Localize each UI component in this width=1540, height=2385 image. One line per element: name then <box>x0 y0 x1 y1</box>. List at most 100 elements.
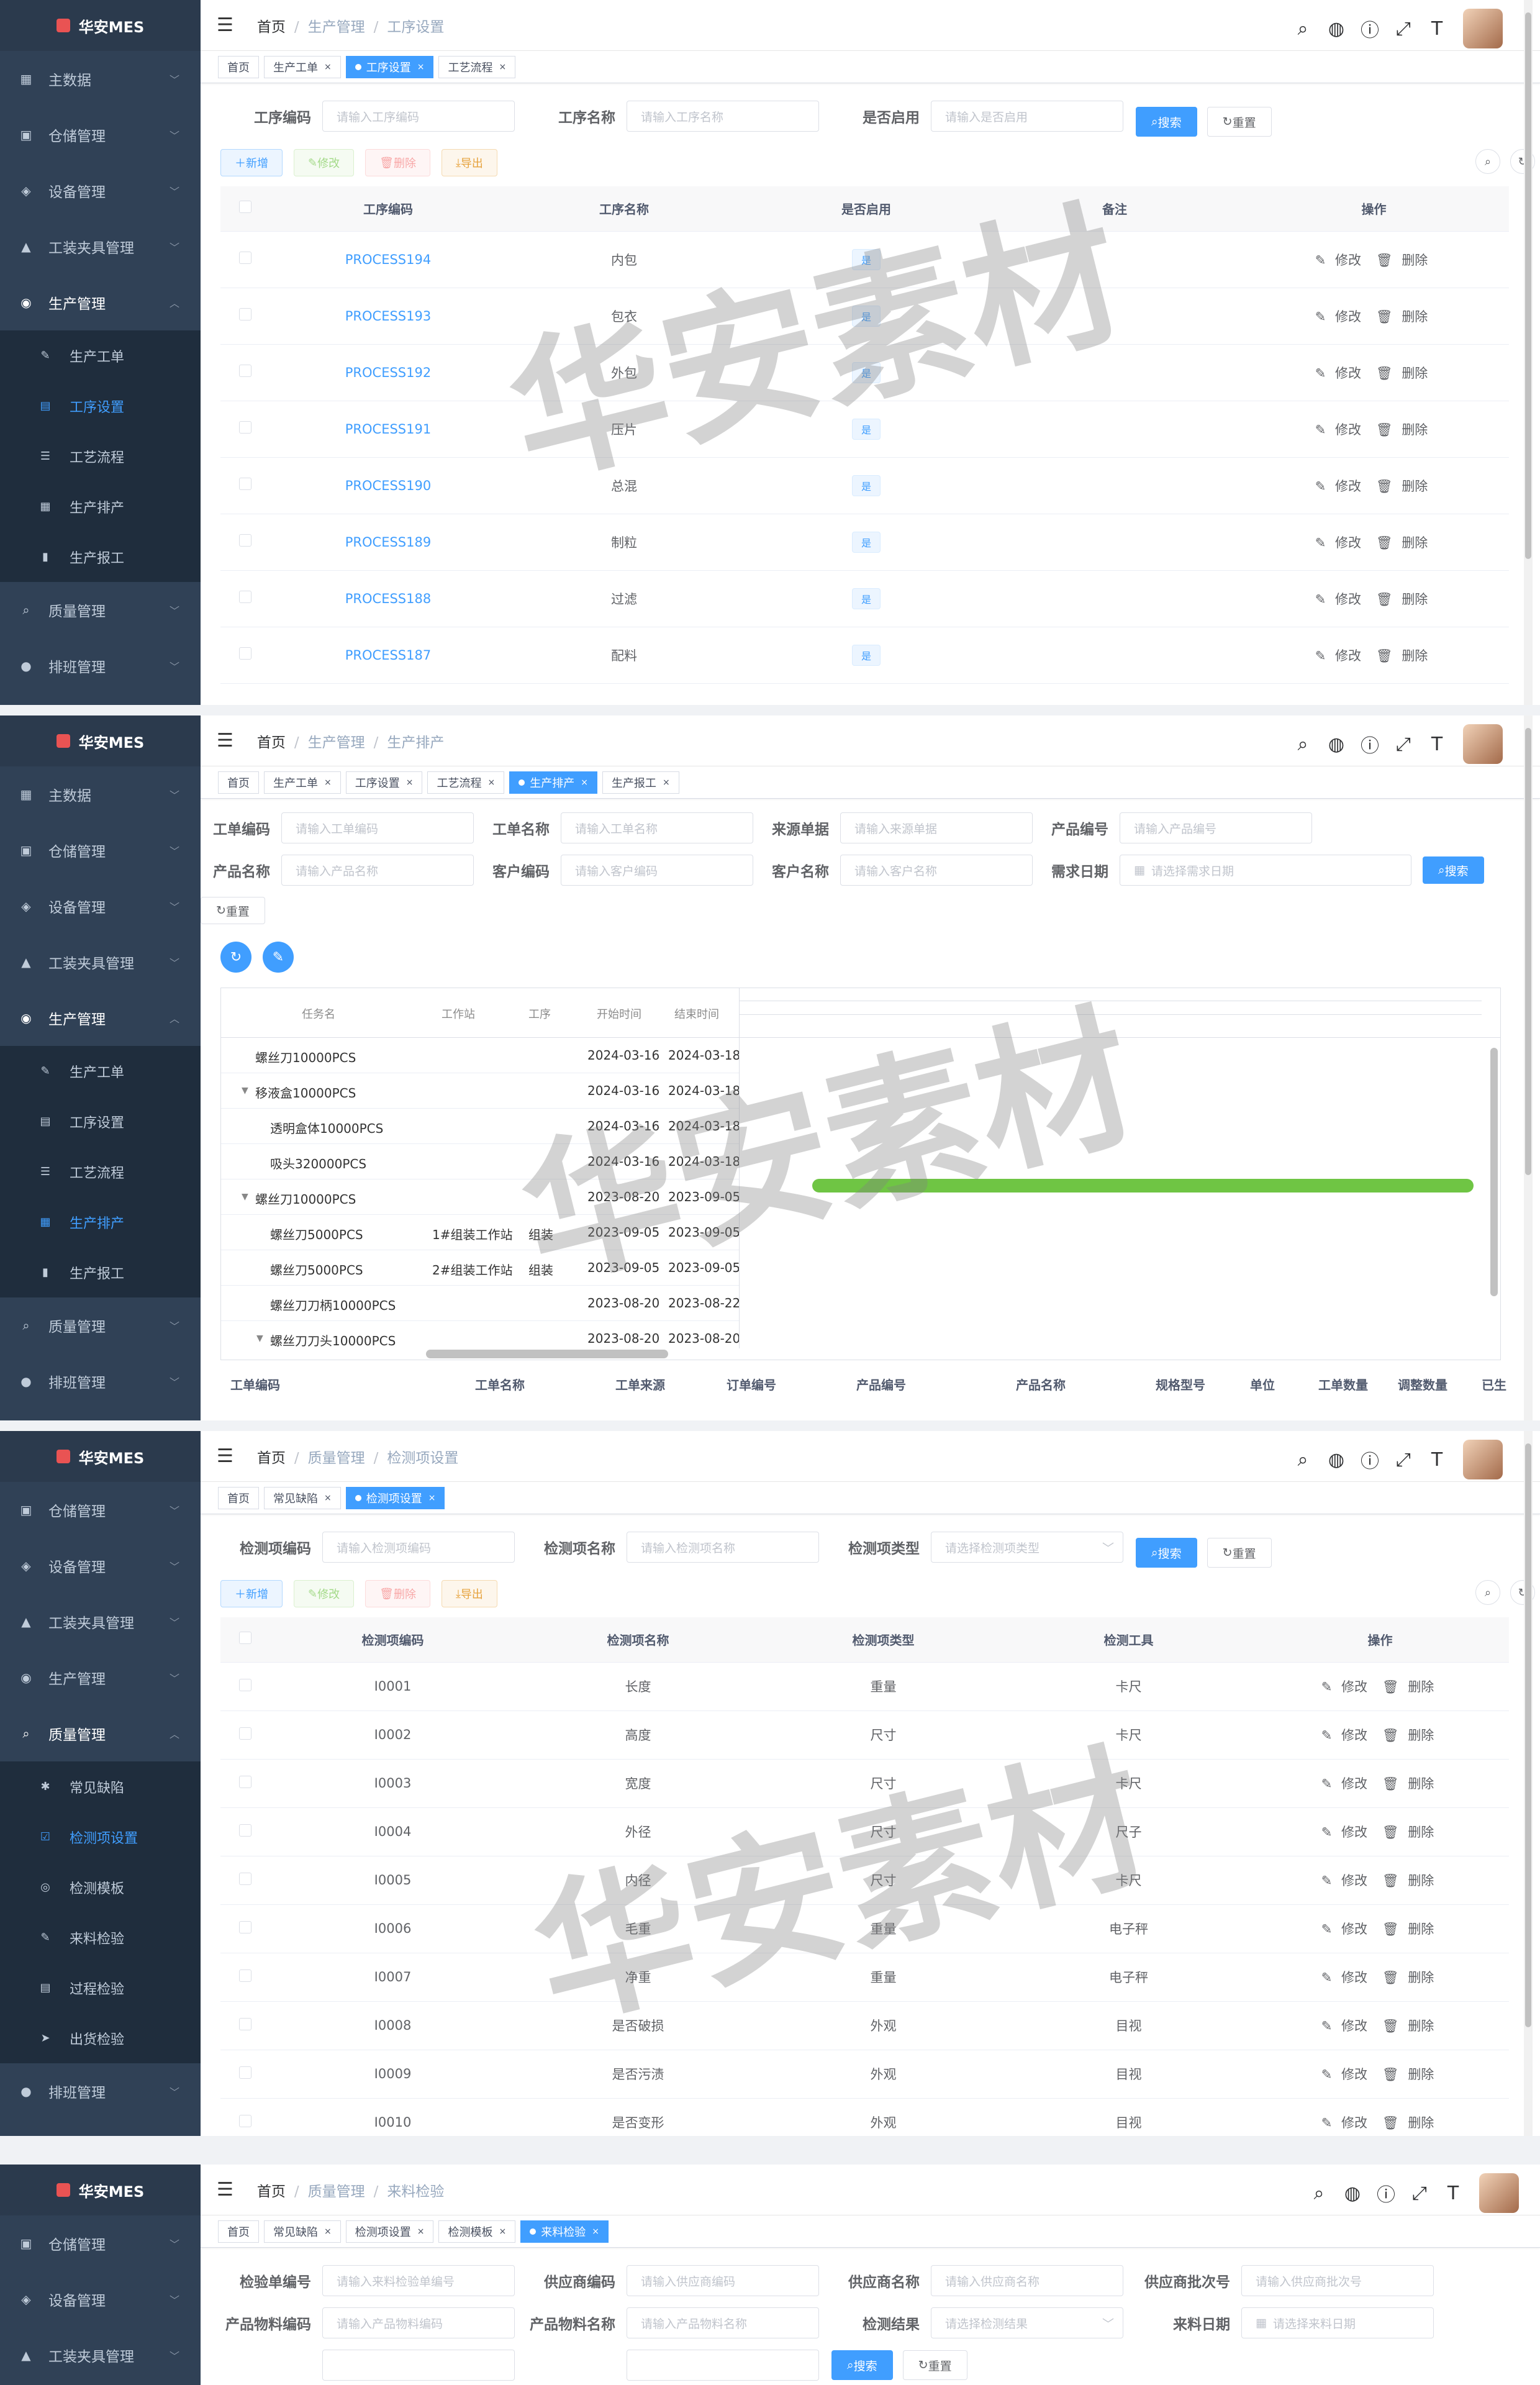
more-input[interactable] <box>322 2350 515 2381</box>
tag-templates[interactable]: 检测模板 × <box>438 2220 516 2243</box>
work-order-code-input[interactable]: 请输入工单编码 <box>281 812 474 843</box>
row-edit-button[interactable]: ✎ 修改 <box>1321 1922 1372 1937</box>
menu-fixture[interactable]: ▲ 工装夹具管理 ﹀ <box>0 1594 201 1650</box>
tag-defects[interactable]: 常见缺陷 × <box>264 2220 341 2243</box>
row-checkbox[interactable] <box>239 1727 251 1740</box>
menu-production[interactable]: ◉ 生产管理 ︿ <box>0 275 201 330</box>
row-delete-button[interactable]: 🗑 删除 <box>1382 1873 1439 1888</box>
submenu-incoming[interactable]: ✎ 来料检验 <box>0 1912 201 1963</box>
brand-logo[interactable]: 华安MES <box>0 0 201 51</box>
tag-work-order[interactable]: 生产工单 × <box>264 771 341 794</box>
menu-fixture[interactable]: ▲ 工装夹具管理 ﹀ <box>0 2327 201 2383</box>
github-icon[interactable]: ◍ <box>1326 734 1346 755</box>
gantt-hscroll[interactable] <box>426 1350 668 1358</box>
row-delete-button[interactable]: 🗑 删除 <box>1376 479 1433 494</box>
add-button[interactable]: ＋ 新增 <box>220 1580 283 1607</box>
submenu-schedule[interactable]: ▦ 生产排产 <box>0 1197 201 1247</box>
scrollbar[interactable] <box>1524 1431 1533 2136</box>
row-checkbox[interactable] <box>239 1872 251 1885</box>
material-code-input[interactable]: 请输入产品物料编码 <box>322 2307 515 2338</box>
row-delete-button[interactable]: 🗑 删除 <box>1382 1825 1439 1840</box>
search-toggle-icon[interactable]: ⌕ <box>1475 1580 1500 1605</box>
row-checkbox[interactable] <box>239 252 251 264</box>
gantt-vscroll[interactable] <box>1490 1048 1498 1296</box>
delete-button[interactable]: 🗑 删除 <box>365 1580 430 1607</box>
material-name-input[interactable]: 请输入产品物料名称 <box>627 2307 819 2338</box>
close-icon[interactable]: × <box>487 778 495 788</box>
row-edit-button[interactable]: ✎ 修改 <box>1315 535 1366 550</box>
menu-fixture[interactable]: ▲ 工装夹具管理 ﹀ <box>0 219 201 275</box>
submenu-process-inspection[interactable]: ▤ 过程检验 <box>0 1963 201 2013</box>
gantt-task-row[interactable]: 螺丝刀5000PCS 1#组装工作站 组装 2023-09-05 2023-09-05 <box>221 1215 739 1250</box>
tag-inspection-items[interactable]: 检测项设置 × <box>345 1486 445 1509</box>
row-delete-button[interactable]: 🗑 删除 <box>1376 535 1433 550</box>
menu-warehouse[interactable]: ▣ 仓储管理 ﹀ <box>0 822 201 878</box>
export-button[interactable]: ⤓ 导出 <box>441 149 497 176</box>
work-order-name-input[interactable]: 请输入工单名称 <box>561 812 753 843</box>
row-delete-button[interactable]: 🗑 删除 <box>1382 1679 1439 1694</box>
inspection-no-input[interactable]: 请输入来料检验单编号 <box>322 2265 515 2296</box>
close-icon[interactable]: × <box>417 2227 425 2237</box>
reset-button[interactable]: ↻ 重置 <box>1207 107 1272 137</box>
edit-icon[interactable]: ✎ <box>263 942 294 973</box>
select-all-checkbox[interactable] <box>239 201 251 214</box>
row-checkbox[interactable] <box>239 1920 251 1933</box>
row-delete-button[interactable]: 🗑 删除 <box>1382 2019 1439 2033</box>
row-checkbox[interactable] <box>239 478 251 490</box>
product-code-input[interactable]: 请输入产品编号 <box>1120 812 1312 843</box>
gantt-task-row[interactable]: 螺丝刀刀柄10000PCS 2023-08-20 2023-08-22 <box>221 1286 739 1321</box>
row-checkbox[interactable] <box>239 2066 251 2079</box>
row-checkbox[interactable] <box>239 647 251 660</box>
enabled-input[interactable]: 请输入是否启用 <box>931 101 1123 132</box>
gantt-task-row[interactable]: ▼ 螺丝刀刀头10000PCS 2023-08-20 2023-08-20 <box>221 1321 739 1348</box>
reset-button[interactable]: ↻ 重置 <box>201 897 265 924</box>
export-button[interactable]: ⤓ 导出 <box>441 1580 497 1607</box>
help-icon[interactable]: ⓘ <box>1360 730 1380 758</box>
process-code-link[interactable]: PROCESS192 <box>345 365 431 380</box>
hamburger-icon[interactable]: ☰ <box>217 1445 233 1467</box>
submenu-route[interactable]: ☰ 工艺流程 <box>0 431 201 481</box>
row-edit-button[interactable]: ✎ 修改 <box>1315 648 1366 663</box>
row-checkbox[interactable] <box>239 1969 251 1982</box>
row-delete-button[interactable]: 🗑 删除 <box>1376 253 1433 268</box>
github-icon[interactable]: ◍ <box>1326 18 1346 40</box>
tag-home[interactable]: 首页 <box>218 2220 259 2243</box>
menu-quality[interactable]: ⌕ 质量管理 ︿ <box>0 1706 201 1761</box>
fullscreen-icon[interactable]: ⤢ <box>1410 2183 1429 2204</box>
submenu-defects[interactable]: ✱ 常见缺陷 <box>0 1761 201 1812</box>
github-icon[interactable]: ◍ <box>1326 1449 1346 1471</box>
help-icon[interactable]: ⓘ <box>1360 15 1380 42</box>
hamburger-icon[interactable]: ☰ <box>217 2179 233 2201</box>
row-checkbox[interactable] <box>239 365 251 377</box>
row-checkbox[interactable] <box>239 1678 251 1691</box>
row-checkbox[interactable] <box>239 2114 251 2127</box>
fullscreen-icon[interactable]: ⤢ <box>1393 734 1413 755</box>
search-button[interactable]: ⌕ 搜索 <box>1136 107 1197 137</box>
reset-button[interactable]: ↻ 重置 <box>1207 1538 1272 1568</box>
menu-production[interactable]: ◉ 生产管理 ︿ <box>0 990 201 1046</box>
process-code-input[interactable]: 请输入工序编码 <box>322 101 515 132</box>
submenu-route[interactable]: ☰ 工艺流程 <box>0 1147 201 1197</box>
tag-inspection-items[interactable]: 检测项设置 × <box>345 2220 434 2243</box>
brand-logo[interactable]: 华安MES <box>0 2165 201 2215</box>
menu-shift[interactable]: ● 排班管理 ﹀ <box>0 638 201 694</box>
fullscreen-icon[interactable]: ⤢ <box>1393 18 1413 40</box>
gantt-task-row[interactable]: ▼ 螺丝刀10000PCS 2023-08-20 2023-09-05 <box>221 1179 739 1215</box>
demand-date-picker[interactable]: ▦ 请选择需求日期 <box>1120 855 1411 886</box>
reset-button[interactable]: ↻ 重置 <box>902 2350 967 2380</box>
row-checkbox[interactable] <box>239 534 251 547</box>
caret-down-icon[interactable]: ▼ <box>242 1192 248 1202</box>
gantt-task-row[interactable]: 螺丝刀5000PCS 2#组装工作站 组装 2023-09-05 2023-09-05 <box>221 1250 739 1286</box>
search-icon[interactable]: ⌕ <box>1309 2183 1329 2204</box>
row-edit-button[interactable]: ✎ 修改 <box>1321 1776 1372 1791</box>
search-icon[interactable]: ⌕ <box>1293 18 1313 40</box>
close-icon[interactable]: × <box>428 1493 436 1503</box>
font-size-icon[interactable]: T <box>1427 18 1447 40</box>
help-icon[interactable]: ⓘ <box>1376 2179 1396 2207</box>
more-input[interactable] <box>627 2350 819 2381</box>
search-button[interactable]: ⌕ 搜索 <box>831 2350 893 2380</box>
row-edit-button[interactable]: ✎ 修改 <box>1315 592 1366 607</box>
caret-down-icon[interactable]: ▼ <box>256 1333 263 1343</box>
row-checkbox[interactable] <box>239 308 251 320</box>
process-code-link[interactable]: PROCESS187 <box>345 648 431 663</box>
